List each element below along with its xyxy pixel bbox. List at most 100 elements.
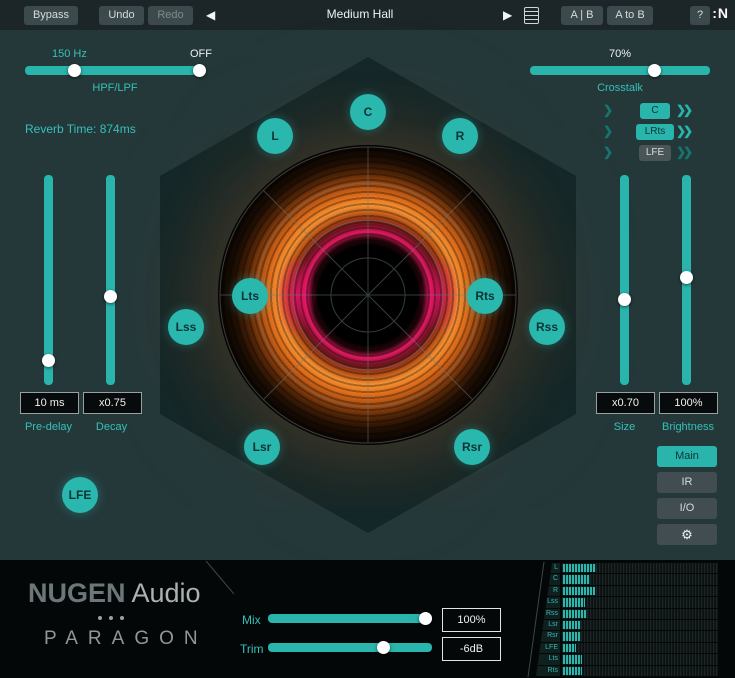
ab-toggle-button[interactable]: A | B: [561, 6, 603, 25]
meter-label: C: [536, 574, 560, 584]
meter-bar: [562, 586, 718, 596]
meter-row: Lss: [536, 597, 718, 607]
decay-value[interactable]: x0.75: [83, 392, 142, 414]
hpf-lpf-slider[interactable]: [25, 66, 205, 75]
routing-lrts-button[interactable]: LRts: [636, 124, 674, 140]
tab-main[interactable]: Main: [657, 446, 717, 467]
routing-out-chevron-icon[interactable]: ❯❯: [676, 103, 690, 117]
brightness-handle[interactable]: [680, 271, 693, 284]
meter-label: Lss: [536, 597, 560, 607]
channel-node-rsr[interactable]: Rsr: [454, 429, 490, 465]
reverb-time-readout: Reverb Time: 874ms: [25, 122, 136, 136]
routing-out-chevron-icon[interactable]: ❯❯: [676, 145, 690, 159]
meter-row: Rss: [536, 609, 718, 619]
meter-row: Rts: [536, 666, 718, 676]
undo-button[interactable]: Undo: [99, 6, 144, 25]
meter-bar: [562, 620, 718, 630]
meter-bar: [562, 643, 718, 653]
settings-gear-icon[interactable]: ⚙: [657, 524, 717, 545]
footer-panel: NUGENAudio PARAGON Mix 100% Trim -6dB L …: [0, 560, 735, 678]
redo-button[interactable]: Redo: [148, 6, 193, 25]
mix-label: Mix: [242, 613, 261, 627]
meter-label: L: [536, 563, 560, 573]
meter-row: Rsr: [536, 631, 718, 641]
brightness-label: Brightness: [648, 421, 728, 433]
hpf-handle[interactable]: [68, 64, 81, 77]
predelay-handle[interactable]: [42, 354, 55, 367]
lpf-handle[interactable]: [193, 64, 206, 77]
trim-label: Trim: [240, 642, 264, 656]
brand-logo: NUGENAudio: [28, 578, 201, 609]
crosstalk-slider[interactable]: [530, 66, 710, 75]
predelay-value[interactable]: 10 ms: [20, 392, 79, 414]
mix-handle[interactable]: [419, 612, 432, 625]
predelay-label: Pre-delay: [10, 421, 87, 433]
channel-node-rts[interactable]: Rts: [467, 278, 503, 314]
channel-node-lfe[interactable]: LFE: [62, 477, 98, 513]
meter-bar: [562, 574, 718, 584]
channel-node-rss[interactable]: Rss: [529, 309, 565, 345]
brand-secondary: Audio: [132, 578, 201, 608]
trim-value[interactable]: -6dB: [442, 637, 501, 661]
meter-row: L: [536, 563, 718, 573]
meter-label: LFE: [536, 643, 560, 653]
meter-label: Lsr: [536, 620, 560, 630]
size-label: Size: [596, 421, 653, 433]
channel-node-lts[interactable]: Lts: [232, 278, 268, 314]
channel-node-lsr[interactable]: Lsr: [244, 429, 280, 465]
tab-ir[interactable]: IR: [657, 472, 717, 493]
size-slider[interactable]: [620, 175, 629, 385]
crosstalk-handle[interactable]: [648, 64, 661, 77]
decay-label: Decay: [83, 421, 140, 433]
trim-handle[interactable]: [377, 641, 390, 654]
routing-out-chevron-icon[interactable]: ❯❯: [676, 124, 690, 138]
decay-handle[interactable]: [104, 290, 117, 303]
routing-in-chevron-icon[interactable]: ❯: [603, 145, 610, 159]
preset-name[interactable]: Medium Hall: [280, 7, 440, 21]
crosstalk-value: 70%: [530, 48, 710, 60]
channel-node-c[interactable]: C: [350, 94, 386, 130]
meter-label: Rsr: [536, 631, 560, 641]
channel-node-r[interactable]: R: [442, 118, 478, 154]
preset-list-icon[interactable]: [524, 7, 539, 24]
decay-slider[interactable]: [106, 175, 115, 385]
meter-row: Lts: [536, 654, 718, 664]
brand-primary: NUGEN: [28, 578, 126, 608]
tab-io[interactable]: I/O: [657, 498, 717, 519]
preset-previous-icon[interactable]: ◀: [206, 7, 215, 23]
meter-bar: [562, 597, 718, 607]
meter-row: LFE: [536, 643, 718, 653]
meter-bar: [562, 563, 718, 573]
a-to-b-button[interactable]: A to B: [607, 6, 653, 25]
routing-lfe-button[interactable]: LFE: [639, 145, 671, 161]
mix-value[interactable]: 100%: [442, 608, 501, 632]
mix-slider[interactable]: [268, 614, 432, 623]
channel-node-lss[interactable]: Lss: [168, 309, 204, 345]
hpf-value: 150 Hz: [52, 48, 87, 60]
meter-label: Lts: [536, 654, 560, 664]
help-button[interactable]: ?: [690, 6, 710, 25]
meter-label: Rts: [536, 666, 560, 676]
meter-label: R: [536, 586, 560, 596]
meter-row: Lsr: [536, 620, 718, 630]
paragon-plugin-window: Bypass Undo Redo ◀ Medium Hall ▶ A | B A…: [0, 0, 735, 678]
nugen-logo: :N: [712, 5, 729, 21]
meter-bar: [562, 654, 718, 664]
brightness-value[interactable]: 100%: [659, 392, 718, 414]
routing-c-button[interactable]: C: [640, 103, 670, 119]
meter-bar: [562, 666, 718, 676]
meter-bar: [562, 631, 718, 641]
size-value[interactable]: x0.70: [596, 392, 655, 414]
trim-slider[interactable]: [268, 643, 432, 652]
output-meters: L C R Lss Rss Lsr Rsr LFE Lts Rts: [536, 563, 718, 676]
bypass-button[interactable]: Bypass: [24, 6, 78, 25]
channel-node-l[interactable]: L: [257, 118, 293, 154]
hpf-lpf-label: HPF/LPF: [25, 82, 205, 94]
meter-label: Rss: [536, 609, 560, 619]
title-bar: Bypass Undo Redo ◀ Medium Hall ▶ A | B A…: [0, 0, 735, 30]
routing-in-chevron-icon[interactable]: ❯: [603, 124, 610, 138]
meter-bar: [562, 609, 718, 619]
preset-next-icon[interactable]: ▶: [503, 7, 512, 23]
size-handle[interactable]: [618, 293, 631, 306]
routing-in-chevron-icon[interactable]: ❯: [603, 103, 610, 117]
